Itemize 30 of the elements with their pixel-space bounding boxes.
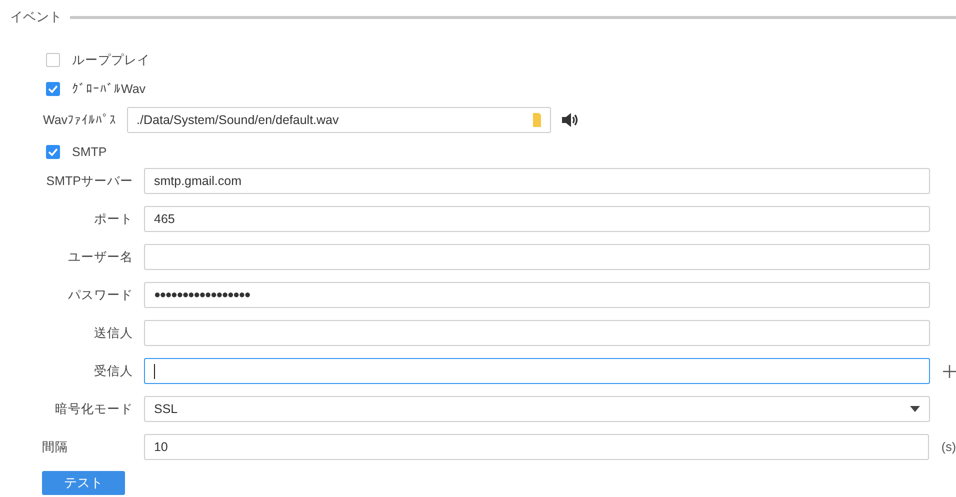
input-field[interactable]: smtp.gmail.com — [144, 168, 930, 194]
field-label: ポート — [93, 210, 134, 228]
caret-icon — [910, 406, 920, 412]
section-title: イベント — [10, 8, 62, 26]
field-label: SMTPサーバー — [45, 172, 134, 190]
field-label: 送信人 — [93, 324, 134, 342]
input-field[interactable]: 465 — [144, 206, 930, 232]
dropdown[interactable]: SSL — [144, 396, 930, 422]
plus-icon[interactable] — [943, 364, 956, 378]
field-label: パスワード — [67, 286, 134, 304]
folder-icon[interactable] — [532, 113, 541, 127]
checkbox-label: ｸﾞﾛｰﾊﾞﾙWav — [72, 82, 146, 96]
password-field[interactable]: ●●●●●●●●●●●●●●●●● — [144, 282, 930, 308]
input-field[interactable]: ./Data/System/Sound/en/default.wav — [126, 107, 551, 133]
checkbox[interactable] — [46, 53, 60, 67]
field-label: 間隔 — [42, 438, 69, 456]
speaker-icon[interactable] — [560, 112, 579, 128]
input-field[interactable] — [144, 320, 930, 346]
field-label: 受信人 — [93, 362, 134, 380]
unit-label: (s) — [941, 440, 956, 454]
input-field[interactable] — [144, 244, 930, 270]
checkbox-label: ループプレイ — [72, 52, 150, 68]
field-label: Wavﾌｧｲﾙﾊﾟｽ — [43, 113, 117, 127]
checkbox[interactable] — [46, 82, 60, 96]
input-field[interactable]: 10 — [144, 434, 930, 460]
field-label: ユーザー名 — [67, 248, 134, 266]
checkbox[interactable] — [46, 145, 60, 159]
input-field[interactable] — [144, 358, 930, 384]
field-label: 暗号化モード — [54, 400, 134, 418]
checkbox-label: SMTP — [72, 145, 107, 159]
